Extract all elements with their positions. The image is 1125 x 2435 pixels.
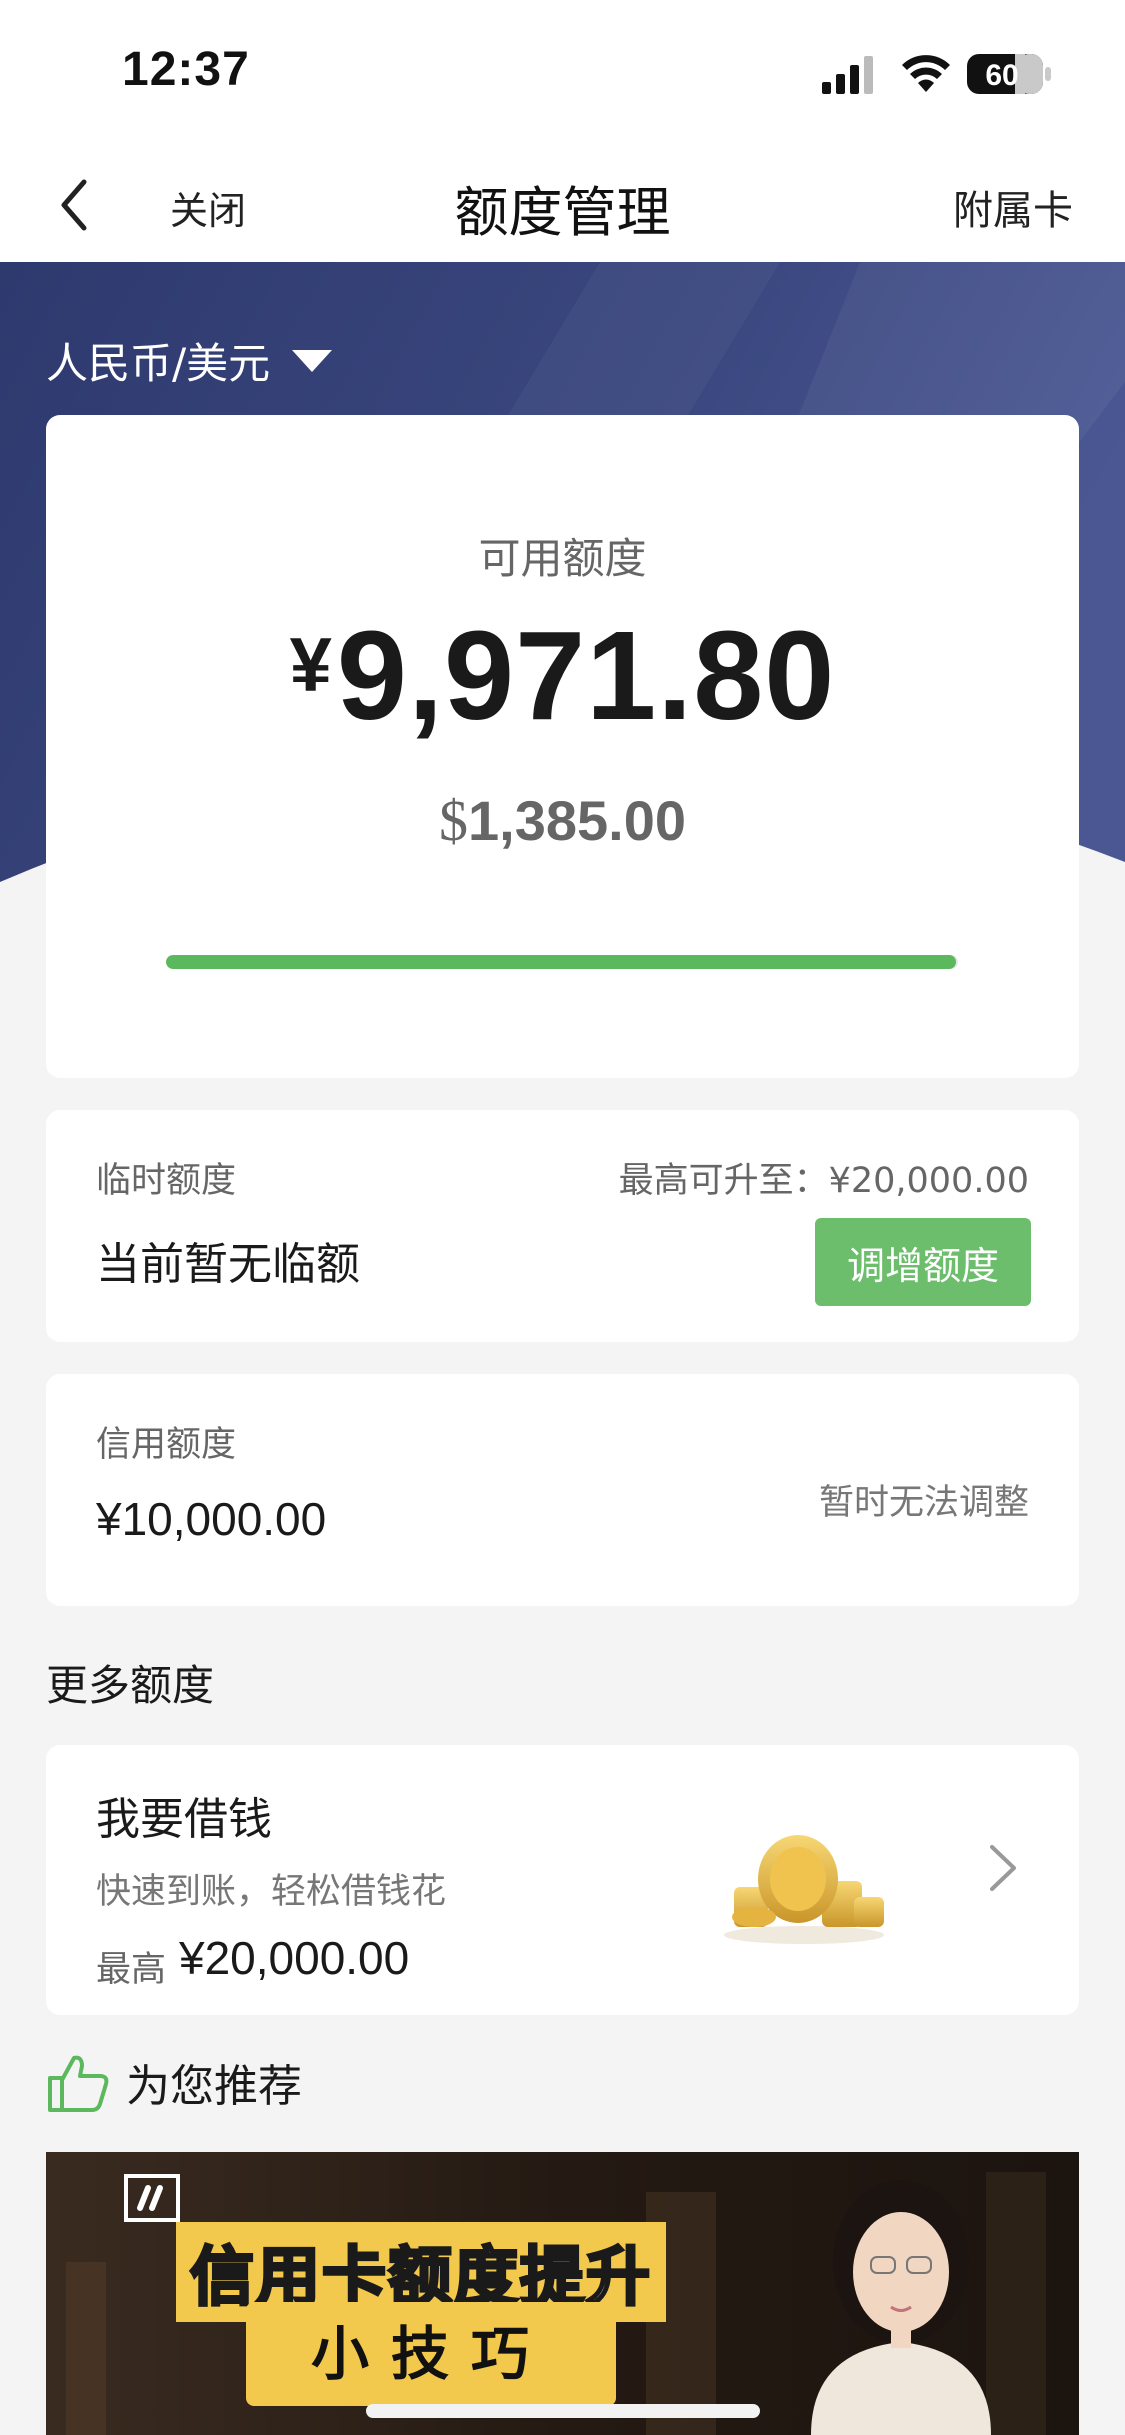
borrow-max-label: 最高 bbox=[96, 1950, 167, 1990]
available-credit-label: 可用额度 bbox=[478, 534, 647, 583]
wifi-icon bbox=[902, 55, 950, 92]
credit-usage-progress bbox=[166, 955, 958, 969]
more-credit-title: 更多额度 bbox=[46, 1661, 215, 1710]
borrow-max-value: ¥20,000.00 bbox=[179, 1932, 410, 1984]
recommend-video-banner[interactable]: 信用卡额度提升 小技巧 bbox=[46, 2152, 1079, 2435]
battery-icon: 60 bbox=[967, 54, 1051, 94]
banner-subtitle: 小技巧 bbox=[246, 2302, 616, 2406]
battery-level: 60 bbox=[985, 59, 1018, 92]
caret-down-icon bbox=[292, 349, 333, 372]
credit-limit-value: ¥10,000.00 bbox=[96, 1493, 327, 1545]
home-indicator bbox=[366, 2404, 760, 2418]
temporary-credit-label: 临时额度 bbox=[96, 1161, 237, 1201]
gold-coins-icon bbox=[724, 1835, 884, 1944]
available-credit-cny: ¥9,971.80 bbox=[46, 603, 1079, 748]
chevron-right-icon bbox=[990, 1845, 1016, 1891]
recommend-title: 为您推荐 bbox=[126, 2061, 302, 2112]
cny-amount: 9,971.80 bbox=[336, 605, 836, 746]
usd-symbol: $ bbox=[439, 788, 468, 853]
temporary-credit-card: 临时额度 最高可升至：¥20,000.00 当前暂无临额 调增额度 bbox=[46, 1110, 1079, 1342]
temporary-credit-max: 最高可升至：¥20,000.00 bbox=[618, 1161, 1029, 1201]
currency-label: 人民币/美元 bbox=[46, 339, 271, 388]
cellular-signal-icon bbox=[822, 56, 873, 94]
status-time: 12:37 bbox=[122, 43, 250, 96]
credit-limit-card: 信用额度 ¥10,000.00 暂时无法调整 bbox=[46, 1374, 1079, 1606]
supplementary-card-button[interactable]: 附属卡 bbox=[953, 178, 1073, 236]
available-credit-card: 可用额度 ¥9,971.80 $1,385.00 bbox=[46, 415, 1079, 1078]
cny-symbol: ¥ bbox=[289, 623, 333, 708]
quote-icon bbox=[124, 2174, 180, 2222]
credit-usage-progress-fill bbox=[166, 955, 956, 969]
status-bar: 12:37 60 bbox=[0, 0, 1125, 150]
usd-amount: 1,385.00 bbox=[468, 789, 686, 852]
presenter-image bbox=[811, 2180, 991, 2435]
credit-limit-status: 暂时无法调整 bbox=[818, 1483, 1029, 1523]
nav-bar: 关闭 额度管理 附属卡 bbox=[0, 150, 1125, 262]
available-credit-usd: $1,385.00 bbox=[46, 787, 1079, 854]
currency-selector[interactable]: 人民币/美元 bbox=[46, 330, 334, 391]
borrow-subtitle: 快速到账，轻松借钱花 bbox=[96, 1872, 447, 1912]
temporary-credit-value: 当前暂无临额 bbox=[96, 1239, 360, 1290]
borrow-money-card[interactable]: 我要借钱 快速到账，轻松借钱花 最高 ¥20,000.00 bbox=[46, 1745, 1079, 2015]
borrow-title: 我要借钱 bbox=[96, 1794, 272, 1845]
thumbs-up-icon bbox=[48, 2055, 109, 2112]
recommend-header: 为您推荐 bbox=[46, 2050, 302, 2114]
credit-limit-label: 信用额度 bbox=[96, 1425, 237, 1465]
increase-credit-button[interactable]: 调增额度 bbox=[815, 1218, 1031, 1306]
